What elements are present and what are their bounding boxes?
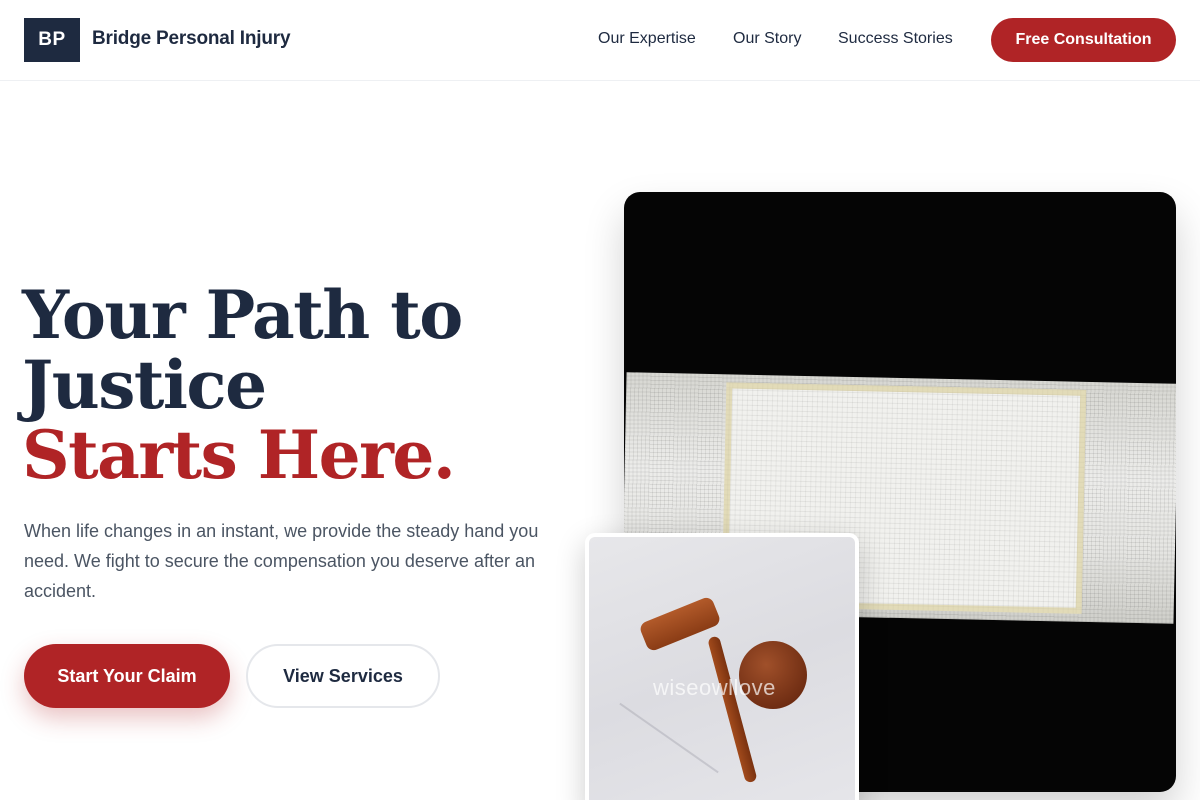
image-watermark: wiseowllove xyxy=(653,675,776,700)
free-consultation-button[interactable]: Free Consultation xyxy=(991,18,1176,62)
logo[interactable]: BP xyxy=(24,18,80,62)
nav-link-our-story[interactable]: Our Story xyxy=(733,30,801,48)
hero-subtitle: When life changes in an instant, we prov… xyxy=(24,521,539,601)
start-claim-button[interactable]: Start Your Claim xyxy=(24,644,230,708)
nav-link-success-stories[interactable]: Success Stories xyxy=(838,30,953,48)
hero-title-line1: Your Path to xyxy=(22,276,463,354)
gavel-photo-card: wiseowllove xyxy=(585,533,859,800)
site-header: BP Bridge Personal Injury Our Expertise … xyxy=(0,0,1200,81)
brand-name[interactable]: Bridge Personal Injury xyxy=(92,28,291,50)
gavel-photo: wiseowllove xyxy=(589,537,855,800)
hero-title-accent: Starts Here. xyxy=(22,416,456,494)
nav-link-our-expertise[interactable]: Our Expertise xyxy=(598,30,696,48)
marble-vein xyxy=(619,702,719,774)
hero-title-line2: Justice xyxy=(22,346,267,424)
hero-title: Your Path to Justice Starts Here. xyxy=(22,280,582,490)
view-services-button[interactable]: View Services xyxy=(246,644,440,708)
